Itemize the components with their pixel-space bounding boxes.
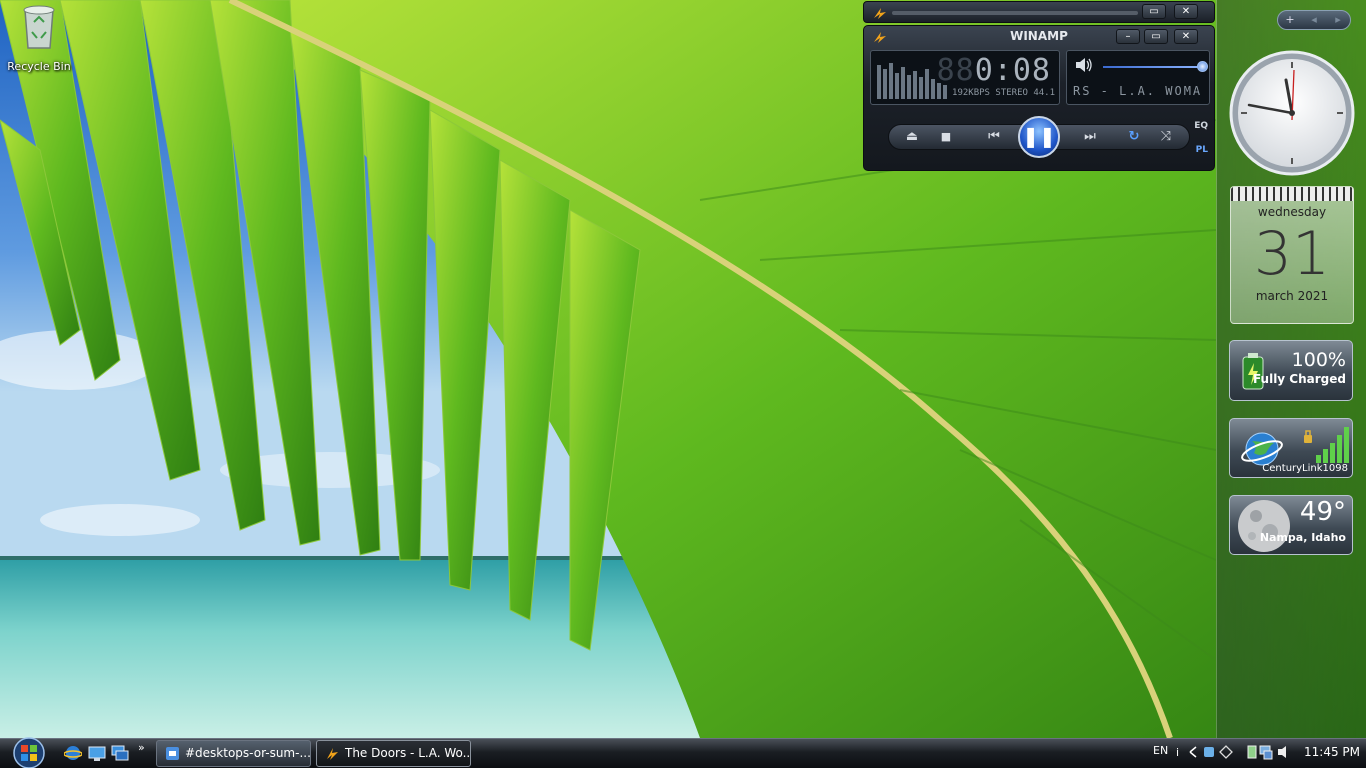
winamp-close-button[interactable]: ✕: [1174, 29, 1198, 44]
winamp-song-marquee: RS - L.A. WOMA: [1073, 84, 1203, 98]
winamp-volume-panel: RS - L.A. WOMA: [1066, 50, 1210, 105]
winamp-icon: [327, 748, 338, 760]
winamp-player-window[interactable]: WINAMP – ▭ ✕ 880:08 192KBPS STEREO 44.1 …: [863, 25, 1215, 171]
next-button[interactable]: ⏭: [1065, 125, 1115, 149]
add-gadget-button[interactable]: +: [1278, 11, 1302, 29]
wifi-signal-icon: [1304, 427, 1349, 463]
winamp-bitrate-info: 192KBPS STEREO 44.1: [952, 88, 1055, 98]
winamp-volume-slider[interactable]: [1103, 66, 1203, 68]
moon-icon: [1238, 500, 1290, 552]
eject-button[interactable]: ⏏: [899, 125, 925, 149]
discord-icon: [166, 747, 179, 760]
taskbar-button-winamp[interactable]: The Doors - L.A. Wo...: [316, 740, 471, 767]
previous-button[interactable]: ⏮: [969, 125, 1019, 149]
shuffle-button[interactable]: ⤨: [1153, 125, 1179, 149]
start-button-icon[interactable]: [8, 737, 50, 768]
winamp-time-value: 0:08: [974, 53, 1051, 88]
weather-location: Nampa, Idaho: [1259, 531, 1346, 544]
repeat-button[interactable]: ↻: [1121, 125, 1147, 149]
recycle-bin-label: Recycle Bin: [7, 60, 71, 73]
svg-text:i: i: [1176, 746, 1179, 759]
weather-temperature: 49°: [1299, 497, 1346, 527]
taskbar-clock[interactable]: 11:45 PM: [1304, 745, 1360, 759]
taskbar-button-label: The Doors - L.A. Wo...: [345, 746, 471, 760]
winamp-mini-restore-button[interactable]: ▭: [1142, 4, 1166, 19]
winamp-time-dim: 88: [936, 53, 975, 88]
sidebar-controls: + ◂ ▸: [1277, 10, 1351, 30]
internet-explorer-icon[interactable]: [64, 744, 82, 762]
previous-gadget-page-button[interactable]: ◂: [1302, 11, 1326, 29]
taskbar-button-discord[interactable]: #desktops-or-sum-...: [156, 740, 311, 767]
calendar-weekday: wednesday: [1257, 205, 1327, 219]
switch-windows-icon[interactable]: [111, 744, 129, 762]
calendar-binding: [1231, 187, 1353, 201]
recycle-bin-shortcut[interactable]: Recycle Bin: [4, 2, 74, 73]
network-ssid: CenturyLink1098: [1262, 463, 1348, 474]
winamp-mini-seekbar[interactable]: [892, 11, 1138, 15]
speaker-icon: [1076, 58, 1092, 72]
quicklaunch-overflow-button[interactable]: »: [138, 741, 145, 754]
battery-percent: 100%: [1291, 349, 1346, 371]
language-indicator[interactable]: EN: [1153, 744, 1168, 757]
recycle-bin-icon: [23, 5, 55, 49]
winamp-minimize-button[interactable]: –: [1116, 29, 1140, 44]
winamp-volume-knob[interactable]: [1197, 61, 1208, 72]
stop-button[interactable]: ■: [933, 125, 959, 149]
winamp-mini-close-button[interactable]: ✕: [1174, 4, 1198, 19]
battery-gadget[interactable]: 100% Fully Charged: [1229, 340, 1353, 401]
next-gadget-page-button[interactable]: ▸: [1326, 11, 1350, 29]
show-desktop-icon[interactable]: [88, 744, 106, 762]
winamp-logo-icon: [874, 8, 886, 19]
system-tray-icons[interactable]: i: [1176, 743, 1296, 761]
winamp-display: 880:08 192KBPS STEREO 44.1: [870, 50, 1060, 105]
playlist-toggle[interactable]: PL: [1196, 145, 1208, 155]
calendar-month: march 2021: [1255, 289, 1329, 303]
calendar-day: 31: [1253, 219, 1331, 289]
weather-gadget[interactable]: 49° Nampa, Idaho: [1229, 495, 1353, 555]
equalizer-toggle[interactable]: EQ: [1194, 121, 1208, 131]
network-gadget[interactable]: CenturyLink1098: [1229, 418, 1353, 478]
clock-gadget[interactable]: [1229, 50, 1355, 176]
winamp-mini-bar[interactable]: ▭ ✕: [863, 1, 1215, 23]
calendar-gadget[interactable]: wednesday 31 march 2021: [1230, 186, 1354, 324]
winamp-time[interactable]: 880:08: [937, 53, 1051, 88]
winamp-shade-button[interactable]: ▭: [1144, 29, 1168, 44]
pause-button[interactable]: ❚❚: [1018, 116, 1060, 158]
taskbar-button-label: #desktops-or-sum-...: [185, 746, 311, 760]
battery-status: Fully Charged: [1252, 372, 1346, 386]
